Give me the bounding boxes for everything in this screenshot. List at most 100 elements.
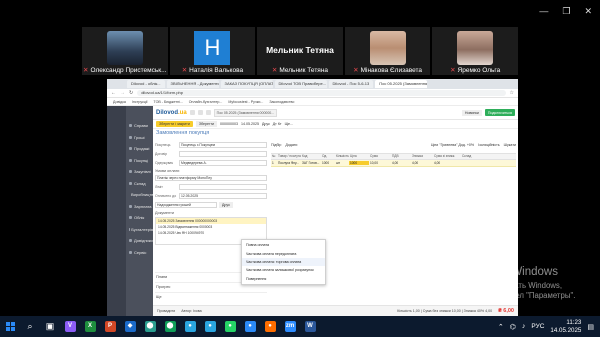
table-row[interactable]: 1 Послуга Флу... ЗАГ Готов... 1000 шт 10… xyxy=(271,159,516,167)
column-header[interactable]: Сума зі знижк. xyxy=(433,154,461,158)
taskbar-app-icon[interactable]: W xyxy=(300,316,320,337)
column-header[interactable]: Сума xyxy=(369,154,391,158)
search-icon[interactable]: ⌕ xyxy=(20,316,40,337)
participant-tile-3[interactable]: Мельник Тетяна ✕ Мельник Тетяна xyxy=(257,27,343,75)
menu-item-partial-payment[interactable]: Часткова оплата: торгова оплата xyxy=(242,257,325,267)
bookmark-item[interactable]: Інструкції xyxy=(132,100,148,104)
bookmark-item[interactable]: Довідка xyxy=(113,100,126,104)
save-close-button[interactable]: Зберегти і закрити xyxy=(156,121,193,127)
nav-item-pokuptsi[interactable]: Покупці xyxy=(126,155,153,167)
section-more[interactable]: Ще xyxy=(155,292,267,300)
browser-tab[interactable]: ЗВІЛЬНЕННЯ - Документи... xyxy=(166,80,219,88)
post-button[interactable]: Провадити xyxy=(157,309,175,313)
column-header[interactable]: Код xyxy=(301,154,321,158)
print-menu-button[interactable]: Друк xyxy=(219,201,233,208)
open-document-tab[interactable]: Пос 05.2025 (Замовлення 000000... xyxy=(213,108,278,117)
participant-tile-4[interactable]: ✕ Мінакова Єлизавета xyxy=(344,27,431,75)
nav-item-prodazhi[interactable]: Продажі xyxy=(126,143,153,155)
taskbar-app-icon[interactable]: ● xyxy=(200,316,220,337)
paid-field[interactable]: 12.05.2025 xyxy=(179,192,267,199)
nav-item-bukhhalteriia[interactable]: Бухгалтерія xyxy=(126,224,153,236)
bookmark-item[interactable]: Зaкoнoдaвcтвo xyxy=(269,100,294,104)
create-based-on-field[interactable]: Надходження грошей xyxy=(155,201,217,208)
search-icon[interactable] xyxy=(197,110,203,115)
nav-item-oblik[interactable]: Облік xyxy=(126,212,153,224)
close-icon[interactable]: ✕ xyxy=(584,6,592,17)
payment-terms-field[interactable]: Платіж через платформу МоноПлу xyxy=(155,174,267,181)
pick-button[interactable]: Підбір xyxy=(271,143,281,147)
column-header[interactable]: Товар / послуга xyxy=(277,154,301,158)
participant-tile-5[interactable]: ✕ Яремко Ольга xyxy=(432,27,518,75)
clock[interactable]: 11:23 14.05.2025 xyxy=(550,319,581,335)
forward-icon[interactable]: → xyxy=(120,90,125,96)
minimize-icon[interactable]: — xyxy=(539,6,548,17)
taskbar-app-icon[interactable]: ● xyxy=(180,316,200,337)
menu-item-prepayment[interactable]: Часткова оплата передоплата xyxy=(242,249,325,257)
browser-tab[interactable]: Dilovod ТОВ Правобере... xyxy=(274,80,327,88)
menu-item-full-payment[interactable]: Повна оплата xyxy=(242,241,325,249)
star-icon[interactable] xyxy=(205,110,211,115)
list-item[interactable]: 14.05.2025 Чек ФН 100094970 xyxy=(156,230,266,236)
nav-item-groshi[interactable]: Гроші xyxy=(126,132,153,144)
column-header[interactable]: Склад xyxy=(461,154,479,158)
taskbar-app-icon[interactable]: ● xyxy=(240,316,260,337)
taskbar-app-icon[interactable]: ● xyxy=(260,316,280,337)
participant-tile-1[interactable]: ✕ Олександр Пристемськ... xyxy=(82,27,168,75)
taskbar-app-icon[interactable]: ⬤ xyxy=(160,316,180,337)
participant-tile-2[interactable]: H ✕ Наталія Валькова xyxy=(169,27,256,75)
browser-tab[interactable]: Dilovod - Пос 5-6-13 xyxy=(328,80,374,88)
column-header[interactable]: Од. xyxy=(321,154,335,158)
add-button[interactable]: Додати xyxy=(285,143,297,147)
bookmark-item[interactable]: ТОВ - Бюджетні... xyxy=(154,100,183,104)
taskbar-app-icon[interactable]: ◆ xyxy=(120,316,140,337)
column-header[interactable]: ПДВ xyxy=(391,154,411,158)
taskbar-app-icon[interactable]: X xyxy=(80,316,100,337)
nav-item-sklad[interactable]: Склад xyxy=(126,178,153,190)
bookmark-item[interactable]: Онлайн-бухгалтер... xyxy=(189,100,223,104)
dt-kt-button[interactable]: Дт Кт xyxy=(273,122,282,126)
nav-item-servis[interactable]: Сервіс xyxy=(126,247,153,259)
notification-icon[interactable]: ▤ xyxy=(587,323,594,331)
nav-item-vyrobnytstvo[interactable]: Виробництво xyxy=(126,189,156,201)
buyer-field[interactable]: Покупець з Покупцем xyxy=(179,141,267,148)
print-button[interactable]: Друк xyxy=(262,122,270,126)
search-button[interactable]: Шукати xyxy=(504,143,516,147)
news-button[interactable]: Новинки xyxy=(461,109,482,116)
column-header[interactable]: Кількість xyxy=(335,154,349,158)
menu-item-remaining-payment[interactable]: Часткова оплата залишкової розрахунок xyxy=(242,266,325,274)
subscribe-button[interactable]: Подключиться xyxy=(484,109,515,116)
recipient-field[interactable]: Медведерева А. xyxy=(179,159,267,166)
taskbar-app-icon[interactable]: ⬤ xyxy=(140,316,160,337)
nav-item-dovidnyky[interactable]: Довідники xyxy=(126,235,153,247)
volume-icon[interactable]: ♪ xyxy=(522,323,526,330)
browser-tab-active[interactable]: Пос 05.2025 (Замовлення... xyxy=(375,80,428,88)
network-icon[interactable]: ⌬ xyxy=(510,323,516,331)
tray-chevron-icon[interactable]: ⌃ xyxy=(498,323,504,331)
taskbar-app-icon[interactable]: zm xyxy=(280,316,300,337)
nav-item-spravy[interactable]: Справи xyxy=(126,120,153,132)
menu-icon[interactable] xyxy=(189,110,195,115)
taskbar-app-icon[interactable]: V xyxy=(60,316,80,337)
start-button[interactable] xyxy=(0,316,20,337)
bookmark-item[interactable]: Myfocustest - Ручки... xyxy=(228,100,263,104)
price-type-selector[interactable]: Ціни "Гривнева" Дод. +0% xyxy=(431,143,474,147)
browser-tab[interactable]: ЗАКАЗ ПОКУПЦЯ (ОПЛАТ... xyxy=(220,80,273,88)
save-button[interactable]: Зберегти xyxy=(195,121,217,127)
language-indicator[interactable]: РУС xyxy=(531,323,544,330)
menu-item-return[interactable]: Повернення xyxy=(242,275,325,283)
taskbar-app-icon[interactable]: P xyxy=(100,316,120,337)
maximize-icon[interactable]: ❐ xyxy=(562,6,570,17)
taskbar-app-icon[interactable]: ● xyxy=(220,316,240,337)
app-logo[interactable]: Dilovod.ua xyxy=(156,110,187,116)
contract-field[interactable] xyxy=(179,150,267,157)
browser-tab[interactable]: Dilovod - облік... xyxy=(127,80,165,88)
task-view-icon[interactable]: ▣ xyxy=(40,316,60,337)
nav-item-zakupivli[interactable]: Закупівлі xyxy=(126,166,153,178)
url-input[interactable]: dilovod.ua/1/1/form.php xyxy=(137,90,506,96)
nav-item-zarplata[interactable]: Зарплата xyxy=(126,201,153,213)
back-icon[interactable]: ← xyxy=(111,90,116,96)
table-cell-active[interactable]: 1000 xyxy=(349,160,369,165)
limit-field[interactable] xyxy=(179,183,267,190)
isolation-toggle[interactable]: Ізоляційність xyxy=(478,143,500,147)
reload-icon[interactable]: ↻ xyxy=(129,90,133,96)
